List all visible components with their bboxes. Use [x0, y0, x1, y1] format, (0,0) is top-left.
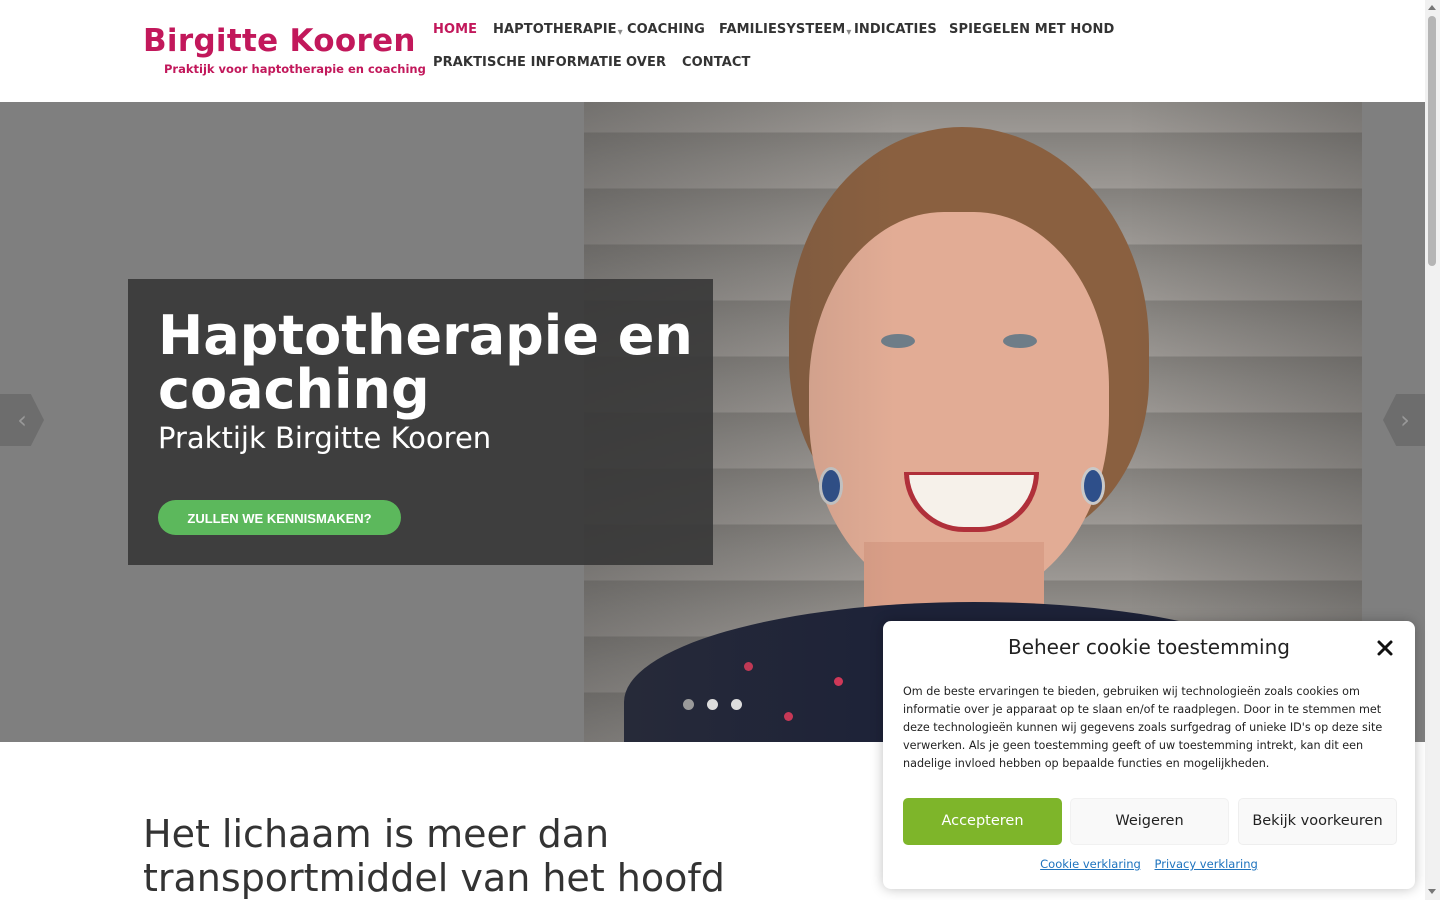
kennismaken-button[interactable]: ZULLEN WE KENNISMAKEN? — [158, 500, 401, 535]
slider-dot-3[interactable] — [731, 699, 742, 710]
scroll-up-icon[interactable] — [1428, 5, 1436, 10]
cookie-title: Beheer cookie toestemming — [1007, 635, 1290, 659]
close-icon[interactable] — [1375, 638, 1395, 658]
nav-item-indicaties[interactable]: INDICATIES — [854, 22, 937, 37]
scroll-down-icon[interactable] — [1428, 889, 1436, 894]
site-logo[interactable]: Birgitte Kooren Praktijk voor haptothera… — [143, 22, 426, 76]
privacy-statement-link[interactable]: Privacy verklaring — [1155, 857, 1258, 871]
nav-item-contact[interactable]: CONTACT — [682, 55, 751, 70]
nav-item-label: PRAKTISCHE INFORMATIE — [433, 55, 622, 70]
deny-button[interactable]: Weigeren — [1070, 798, 1229, 845]
accept-button[interactable]: Accepteren — [903, 798, 1062, 845]
nav-item-label: FAMILIESYSTEEM — [719, 22, 846, 37]
close-icon-svg — [1377, 640, 1393, 656]
scroll-thumb[interactable] — [1428, 16, 1436, 266]
page-scrollbar[interactable] — [1425, 0, 1440, 900]
section-heading: Het lichaam is meer dan transportmiddel … — [143, 812, 725, 900]
slider-next-button[interactable]: › — [1383, 394, 1425, 446]
nav-item-label: HAPTOTHERAPIE — [493, 22, 617, 37]
nav-item-over[interactable]: OVER — [626, 55, 666, 70]
nav-item-familiesysteem[interactable]: FAMILIESYSTEEM▾ — [719, 22, 852, 38]
nav-item-home[interactable]: HOME — [433, 22, 477, 37]
dropdown-caret-icon: ▾ — [846, 27, 852, 38]
nav-item-haptotherapie[interactable]: HAPTOTHERAPIE▾ — [493, 22, 623, 38]
logo-tagline: Praktijk voor haptotherapie en coaching — [164, 62, 426, 76]
cookie-consent-dialog: Beheer cookie toestemming Om de beste er… — [883, 621, 1415, 889]
cookie-statement-link[interactable]: Cookie verklaring — [1040, 857, 1141, 871]
nav-item-coaching[interactable]: COACHING — [627, 22, 705, 37]
nav-item-spiegelen-met-hond[interactable]: SPIEGELEN MET HOND — [949, 22, 1114, 37]
chevron-left-icon: ‹ — [17, 406, 27, 434]
nav-item-label: COACHING — [627, 22, 705, 37]
hero-subtitle: Praktijk Birgitte Kooren — [158, 421, 492, 455]
chevron-right-icon: › — [1400, 406, 1410, 434]
cookie-links: Cookie verklaring Privacy verklaring — [883, 857, 1415, 871]
preferences-button[interactable]: Bekijk voorkeuren — [1238, 798, 1397, 845]
cookie-description: Om de beste ervaringen te bieden, gebrui… — [903, 685, 1383, 770]
hero-title: Haptotherapie en coaching — [158, 304, 693, 421]
hero-caption-box: Haptotherapie en coaching Praktijk Birgi… — [128, 279, 713, 565]
nav-item-label: INDICATIES — [854, 22, 937, 37]
logo-name: Birgitte Kooren — [143, 23, 416, 59]
site-header: Birgitte Kooren Praktijk voor haptothera… — [0, 0, 1425, 102]
nav-item-label: OVER — [626, 55, 667, 70]
slider-prev-button[interactable]: ‹ — [0, 394, 44, 446]
nav-item-label: SPIEGELEN MET HOND — [949, 22, 1115, 37]
slider-dot-1[interactable] — [683, 699, 694, 710]
slider-dot-2[interactable] — [707, 699, 718, 710]
nav-item-label: HOME — [433, 22, 478, 37]
dropdown-caret-icon: ▾ — [617, 27, 623, 38]
nav-item-label: CONTACT — [682, 55, 751, 70]
nav-item-praktische-informatie[interactable]: PRAKTISCHE INFORMATIE — [433, 55, 622, 70]
